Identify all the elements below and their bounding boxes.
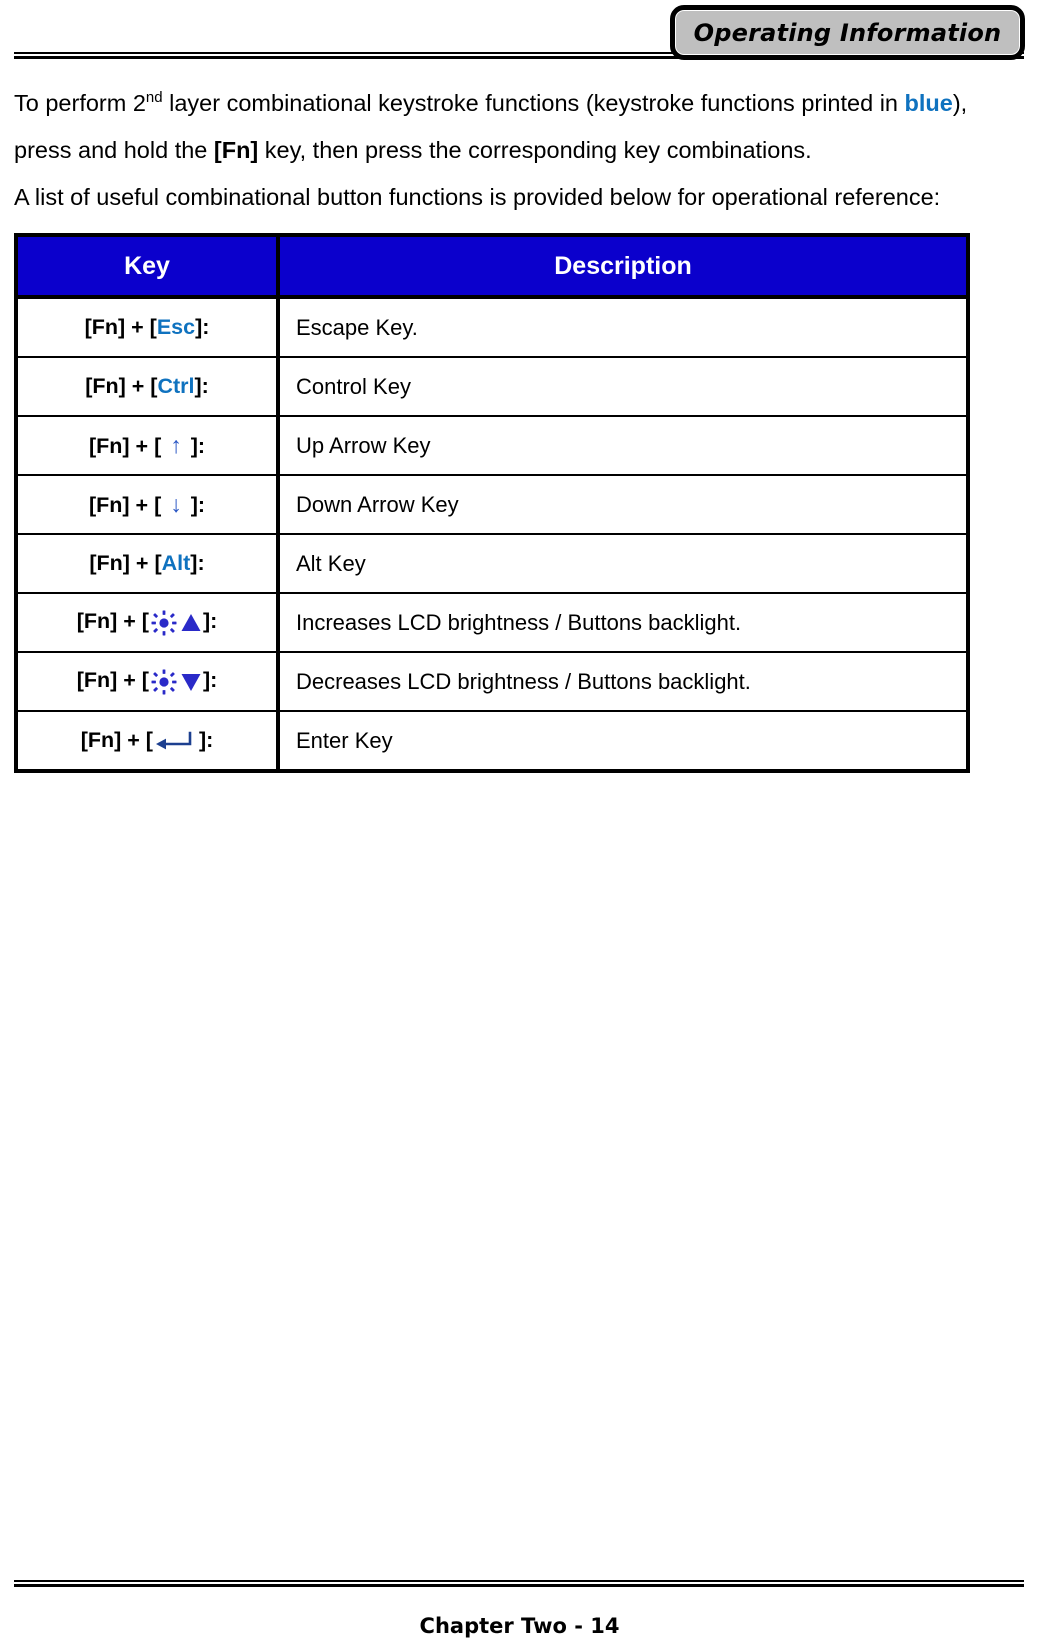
intro-line1-part1: To perform 2 <box>14 90 146 116</box>
intro-line-3: A list of useful combinational button fu… <box>14 184 941 210</box>
intro-line1-part3: ), <box>952 90 968 116</box>
footer-divider-rule <box>14 1580 1024 1587</box>
intro-paragraphs: To perform 2nd layer combinational keyst… <box>14 84 1026 225</box>
key-suffix: ]: <box>202 609 218 634</box>
key-accent-alt: Alt <box>161 551 191 575</box>
key-combination-table-wrapper: Key Description [Fn] + [Esc]: Escape Key… <box>14 233 970 773</box>
key-cell: [Fn] + [Esc]: <box>16 297 280 357</box>
table-row: [Fn] + [ ↑ ]: Up Arrow Key <box>16 415 968 475</box>
brightness-up-icon <box>150 610 202 636</box>
key-cell: [Fn] + []: <box>16 651 280 711</box>
key-suffix: ]: <box>195 315 210 339</box>
table-row: [Fn] + []: Enter Key <box>16 710 968 771</box>
table-row: [Fn] + []: Increases LCD brightness / Bu… <box>16 592 968 652</box>
intro-line-2: press and hold the [Fn] key, then press … <box>14 131 1026 169</box>
page-footer: Chapter Two - 14 <box>0 1538 1039 1648</box>
intro-line-1: To perform 2nd layer combinational keyst… <box>14 84 1026 122</box>
key-prefix: [Fn] + [ <box>76 609 149 634</box>
key-suffix: ]: <box>194 374 209 398</box>
key-suffix: ]: <box>184 493 206 517</box>
brightness-down-icon <box>150 669 202 695</box>
description-cell: Decreases LCD brightness / Buttons backl… <box>278 651 968 711</box>
description-cell: Up Arrow Key <box>278 415 968 475</box>
key-prefix: [Fn] + [ <box>76 668 149 693</box>
key-cell: [Fn] + []: <box>16 592 280 652</box>
section-title-label: Operating Information <box>693 18 1002 47</box>
description-cell: Alt Key <box>278 533 968 593</box>
ordinal-suffix: nd <box>145 89 163 107</box>
table-head: Key Description <box>16 235 968 299</box>
intro-line1-part2: layer combinational keystroke functions … <box>162 90 905 116</box>
page-number-label: Chapter Two - 14 <box>419 1614 620 1638</box>
blue-keyword: blue <box>904 90 953 116</box>
page-header: Operating Information <box>0 0 1039 72</box>
description-cell: Down Arrow Key <box>278 474 968 534</box>
column-header-description: Description <box>278 235 968 299</box>
key-accent-esc: Esc <box>156 315 196 339</box>
table-row: [Fn] + [Alt]: Alt Key <box>16 533 968 593</box>
column-header-key: Key <box>16 235 280 299</box>
arrow-up-icon: ↑ <box>170 432 182 458</box>
key-cell: [Fn] + [Ctrl]: <box>16 356 280 416</box>
table-row: [Fn] + [Esc]: Escape Key. <box>16 297 968 357</box>
intro-line2-part2: key, then press the corresponding key co… <box>258 137 812 163</box>
key-prefix: [Fn] + [ <box>88 434 168 458</box>
key-cell: [Fn] + []: <box>16 710 280 771</box>
key-prefix: [Fn] + [ <box>89 551 162 575</box>
description-cell: Increases LCD brightness / Buttons backl… <box>278 592 968 652</box>
fn-key-label: [Fn] <box>213 137 259 163</box>
key-prefix: [Fn] + [ <box>85 374 158 398</box>
key-cell: [Fn] + [Alt]: <box>16 533 280 593</box>
table-body: [Fn] + [Esc]: Escape Key. [Fn] + [Ctrl]:… <box>16 297 968 771</box>
arrow-down-icon: ↓ <box>170 491 182 517</box>
table-row: [Fn] + []: Decreases LCD brightness / Bu… <box>16 651 968 711</box>
key-suffix: ]: <box>198 728 214 752</box>
table-row: [Fn] + [ ↓ ]: Down Arrow Key <box>16 474 968 534</box>
key-prefix: [Fn] + [ <box>88 493 168 517</box>
key-suffix: ]: <box>184 434 206 458</box>
description-cell: Enter Key <box>278 710 968 771</box>
key-suffix: ]: <box>202 668 218 693</box>
key-cell: [Fn] + [ ↑ ]: <box>16 415 280 475</box>
key-combination-table: Key Description [Fn] + [Esc]: Escape Key… <box>14 233 970 773</box>
intro-line2-part1: press and hold the <box>14 137 214 163</box>
key-cell: [Fn] + [ ↓ ]: <box>16 474 280 534</box>
table-row: [Fn] + [Ctrl]: Control Key <box>16 356 968 416</box>
table-header-row: Key Description <box>16 235 968 299</box>
key-accent-ctrl: Ctrl <box>157 374 195 398</box>
enter-key-icon <box>154 730 198 752</box>
key-suffix: ]: <box>190 551 205 575</box>
key-prefix: [Fn] + [ <box>84 315 157 339</box>
description-cell: Control Key <box>278 356 968 416</box>
section-title-badge: Operating Information <box>670 5 1025 60</box>
key-prefix: [Fn] + [ <box>80 728 153 752</box>
description-cell: Escape Key. <box>278 297 968 357</box>
